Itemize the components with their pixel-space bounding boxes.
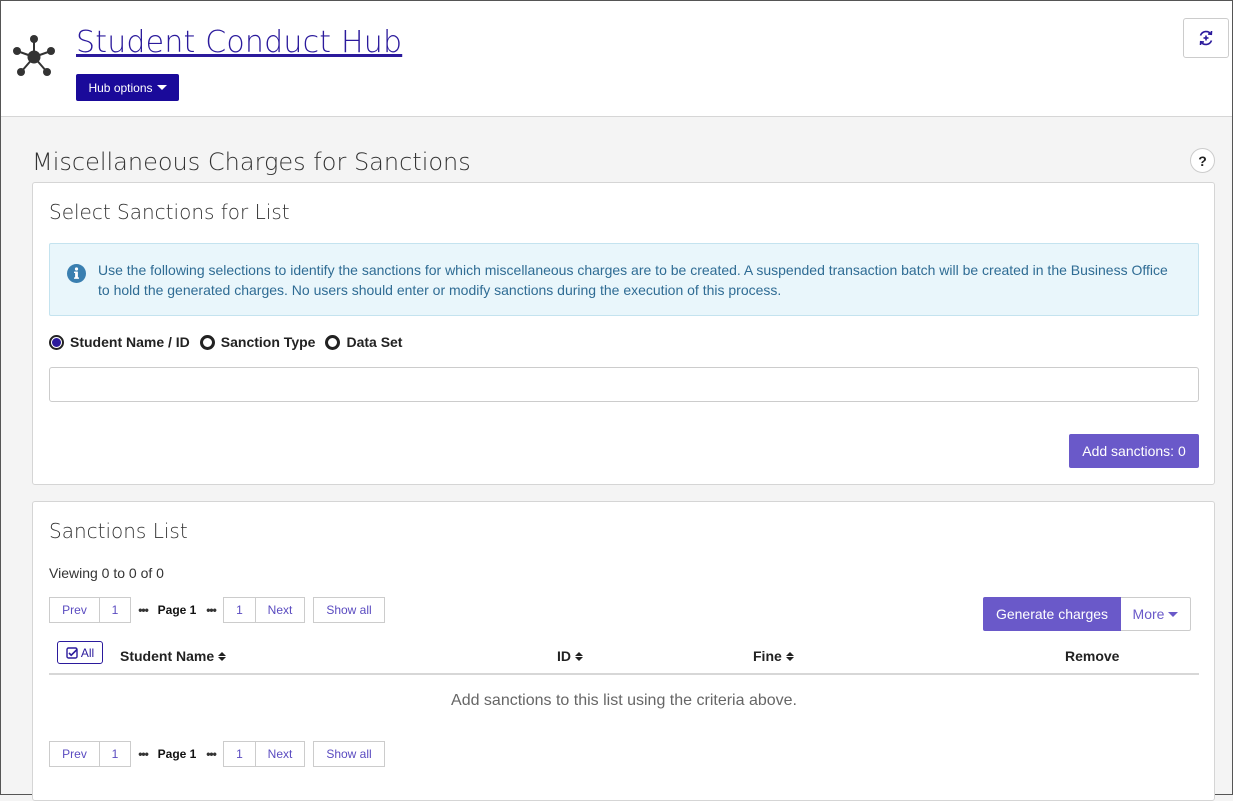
pager-ellipsis: ••• [138, 747, 149, 761]
hub-network-icon [13, 35, 55, 76]
prev-button[interactable]: Prev [49, 741, 100, 767]
check-square-icon [66, 646, 78, 659]
sanctions-list-panel: Sanctions List Viewing 0 to 0 of 0 Prev … [32, 501, 1215, 801]
current-page: Page 1 [157, 603, 197, 617]
more-label: More [1132, 606, 1165, 622]
radio-sanction-type[interactable]: Sanction Type [199, 334, 316, 350]
search-type-radio-group: Student Name / ID Sanction Type Data Set [49, 334, 412, 350]
pager-ellipsis: ••• [206, 603, 217, 617]
radio-student-name-id[interactable]: Student Name / ID [49, 334, 190, 350]
more-button[interactable]: More [1121, 597, 1191, 631]
show-all-button[interactable]: Show all [313, 741, 385, 767]
empty-list-message: Add sanctions to this list using the cri… [451, 692, 797, 709]
first-page-button[interactable]: 1 [100, 597, 131, 623]
help-button[interactable]: ? [1190, 148, 1215, 173]
current-page: Page 1 [157, 747, 197, 761]
column-remove: Remove [1065, 648, 1119, 664]
generate-charges-button[interactable]: Generate charges [983, 597, 1121, 631]
radio-label: Sanction Type [220, 334, 316, 350]
radio-data-set[interactable]: Data Set [325, 334, 402, 350]
select-panel-title: Select Sanctions for List [49, 200, 290, 224]
pager-top: Prev 1 ••• Page 1 ••• 1 Next Show all [49, 597, 385, 623]
viewing-count: Viewing 0 to 0 of 0 [49, 565, 164, 581]
pager-bottom: Prev 1 ••• Page 1 ••• 1 Next Show all [49, 741, 385, 767]
sort-icon [575, 651, 583, 661]
select-all-button[interactable]: All [57, 641, 103, 664]
pager-ellipsis: ••• [138, 603, 149, 617]
sort-icon [218, 651, 227, 661]
add-sanctions-button[interactable]: Add sanctions: 0 [1069, 434, 1199, 468]
column-label: Fine [753, 648, 782, 664]
radio-label: Data Set [346, 334, 403, 350]
chevron-down-icon [156, 85, 167, 90]
sort-icon [785, 651, 794, 661]
radio-label: Student Name / ID [70, 334, 190, 350]
sync-add-button[interactable] [1183, 18, 1229, 58]
list-panel-title: Sanctions List [49, 519, 188, 543]
column-fine[interactable]: Fine [753, 648, 794, 664]
column-student-name[interactable]: Student Name [120, 648, 227, 664]
chevron-down-icon [1168, 611, 1179, 617]
next-button[interactable]: Next [256, 597, 305, 623]
column-label: Student Name [120, 648, 215, 664]
pager-ellipsis: ••• [206, 747, 217, 761]
first-page-button[interactable]: 1 [100, 741, 131, 767]
next-button[interactable]: Next [256, 741, 305, 767]
column-label: Remove [1065, 648, 1120, 664]
info-text: Use the following selections to identify… [98, 262, 1168, 298]
show-all-button[interactable]: Show all [313, 597, 385, 623]
info-icon [67, 264, 86, 283]
hub-options-label: Hub options [88, 80, 153, 95]
page-title: Miscellaneous Charges for Sanctions [32, 148, 471, 176]
sync-add-icon [1199, 30, 1213, 46]
radio-unchecked-icon [325, 334, 341, 350]
select-sanctions-panel: Select Sanctions for List Use the follow… [32, 182, 1215, 485]
column-label: ID [557, 648, 571, 664]
info-alert: Use the following selections to identify… [49, 243, 1199, 316]
sanction-search-input[interactable] [49, 367, 1199, 402]
radio-unchecked-icon [199, 334, 215, 350]
radio-checked-icon [49, 334, 64, 350]
hub-options-button[interactable]: Hub options [76, 74, 179, 101]
generate-button-group: Generate charges More [983, 597, 1191, 631]
last-page-button[interactable]: 1 [223, 741, 256, 767]
select-all-label: All [80, 645, 95, 660]
table-header: All Student Name ID Fine Remove [49, 641, 1199, 675]
column-id[interactable]: ID [557, 648, 583, 664]
prev-button[interactable]: Prev [49, 597, 100, 623]
last-page-button[interactable]: 1 [223, 597, 256, 623]
hub-title-link[interactable]: Student Conduct Hub [76, 25, 402, 60]
app-header: Student Conduct Hub Hub options [1, 1, 1232, 117]
